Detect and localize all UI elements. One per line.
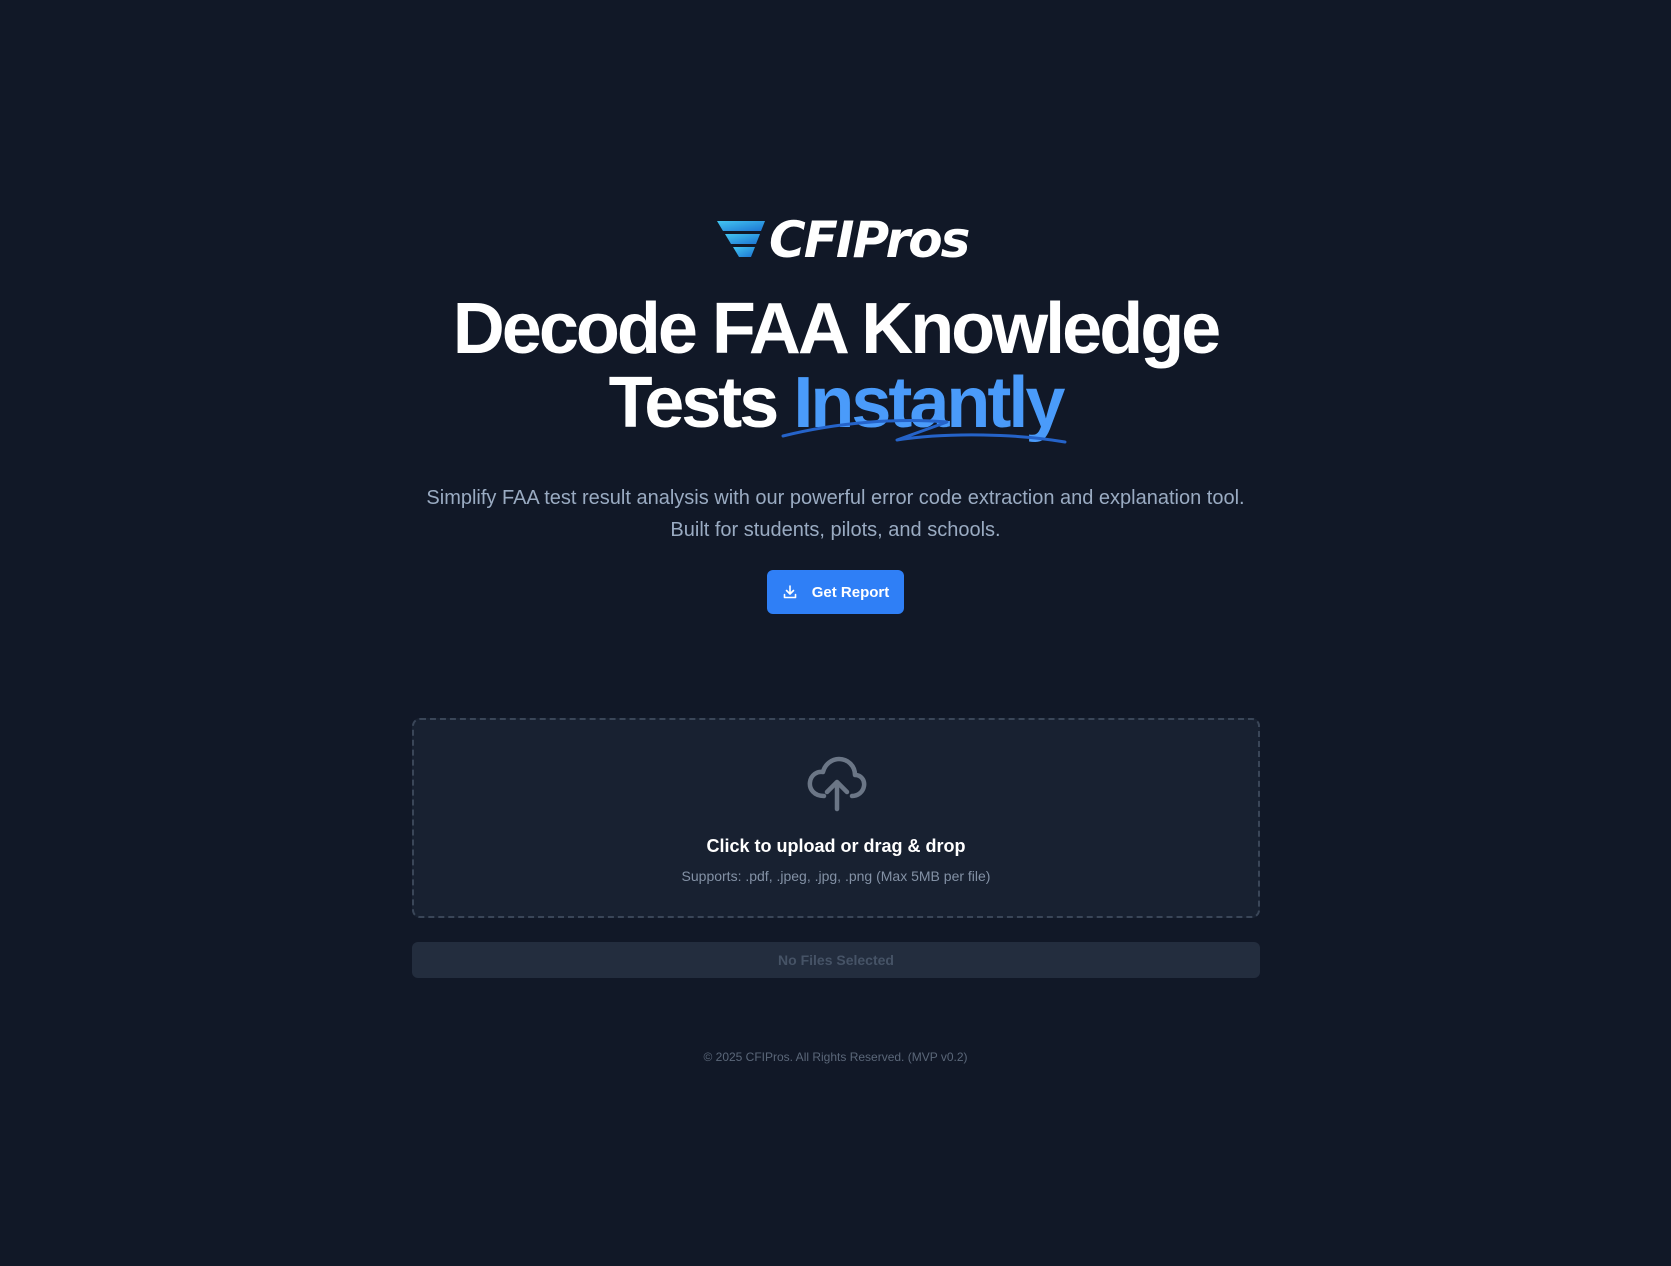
- wing-logo-icon: [717, 221, 765, 257]
- headline-accent-text: Instantly: [793, 363, 1065, 443]
- headline-line-1: Decode FAA Knowledge: [452, 289, 1221, 369]
- file-dropzone[interactable]: Click to upload or drag & drop Supports:…: [412, 718, 1260, 918]
- no-files-selected-button[interactable]: No Files Selected: [412, 942, 1260, 978]
- download-icon: [783, 585, 797, 599]
- subtitle-line-2: Built for students, pilots, and schools.: [670, 519, 1001, 541]
- headline-prefix: Tests: [608, 363, 780, 443]
- headline-accent: Instantly: [781, 363, 1067, 444]
- dropzone-title: Click to upload or drag & drop: [706, 836, 966, 856]
- dropzone-supported-formats: Supports: .pdf, .jpeg, .jpg, .png (Max 5…: [681, 868, 991, 884]
- get-report-button[interactable]: Get Report: [767, 570, 904, 614]
- hero-headline: Decode FAA Knowledge Tests Instantly: [0, 289, 1671, 444]
- subtitle-line-1: Simplify FAA test result analysis with o…: [426, 487, 1245, 509]
- get-report-label: Get Report: [811, 583, 890, 601]
- hero-subtitle: Simplify FAA test result analysis with o…: [0, 482, 1671, 546]
- cfipros-logo[interactable]: CFIPros: [717, 210, 970, 270]
- footer-copyright: © 2025 CFIPros. All Rights Reserved. (MV…: [703, 1050, 968, 1064]
- logo-text: CFIPros: [769, 211, 970, 269]
- landing-page: CFIPros Decode FAA Knowledge Tests Insta…: [0, 0, 1671, 1266]
- headline-line-2: Tests Instantly: [0, 363, 1671, 444]
- cloud-upload-icon: [807, 756, 867, 812]
